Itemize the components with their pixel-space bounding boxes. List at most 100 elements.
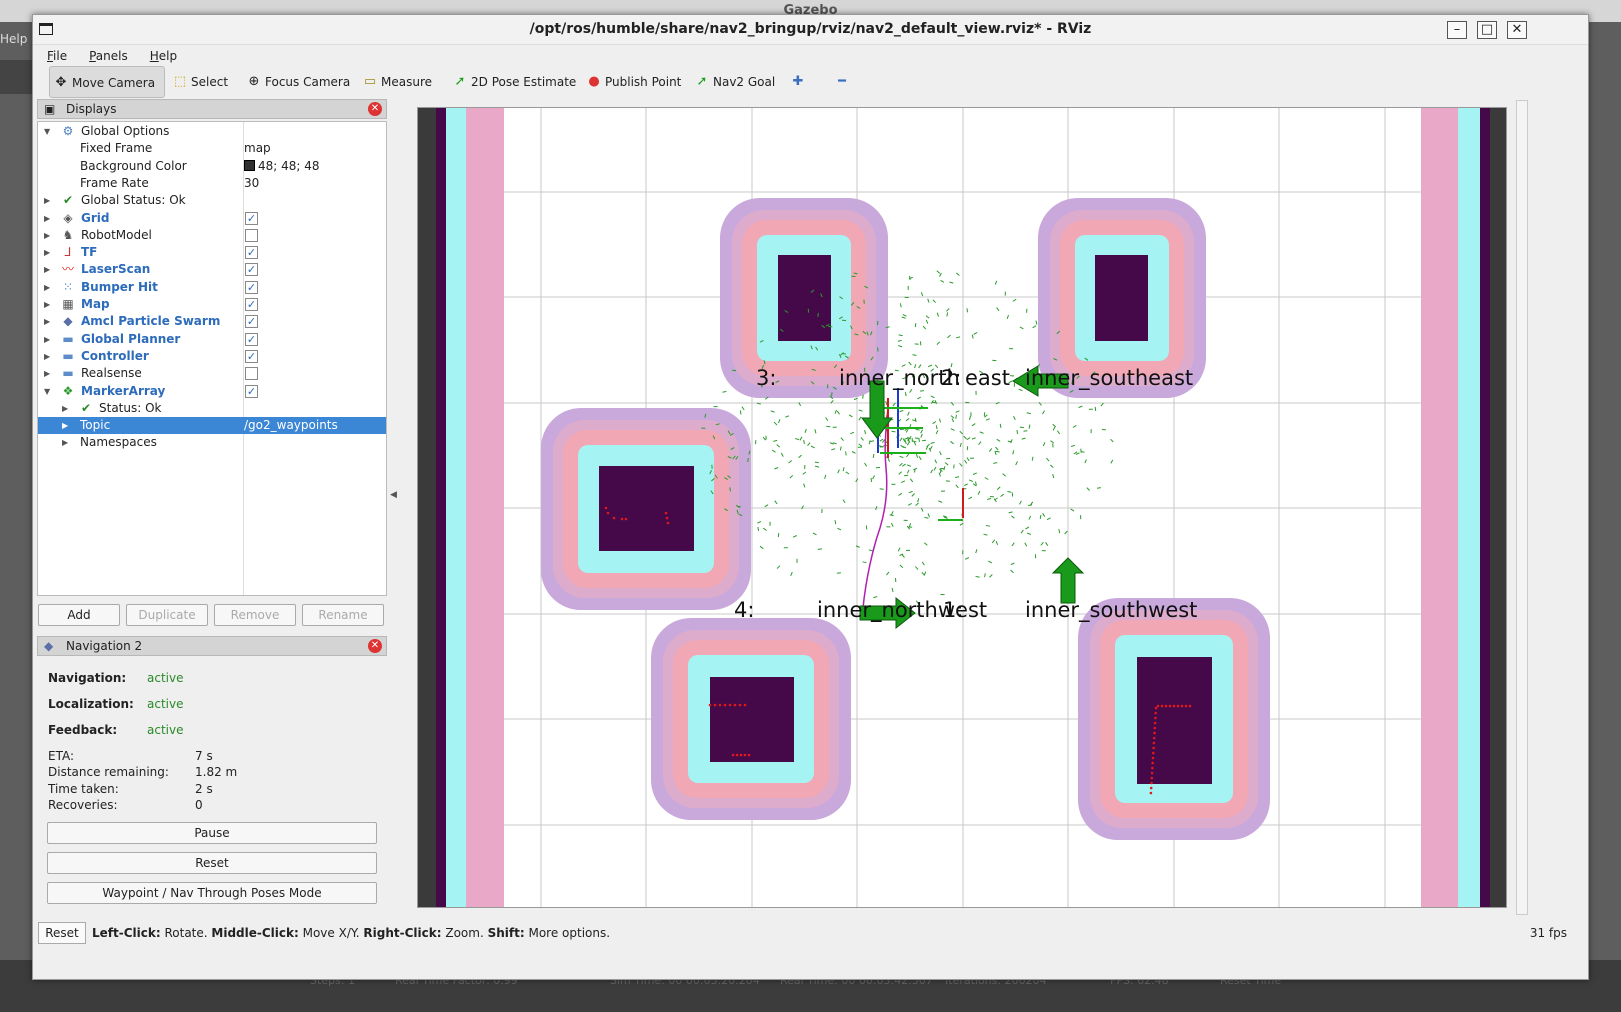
add-tool-button[interactable]: ✚ [787,66,813,98]
close-panel-icon[interactable]: ✕ [368,639,382,653]
tool-select[interactable]: ⬚ Select [169,66,241,98]
particle [879,438,884,442]
collapsed-arrow-icon[interactable]: ▶ [44,261,54,278]
collapsed-arrow-icon[interactable]: ▶ [44,279,54,296]
render-viewport[interactable]: 3: inner_north 2: east inner_southeast 4: inne… [417,107,1507,908]
tool-nav2-goal[interactable]: ➚ Nav2 Goal [691,66,781,98]
display-row-global-options[interactable]: ▼ ⚙ Global Options [38,123,386,140]
rename-display-button[interactable]: Rename [302,604,384,626]
collapsed-arrow-icon[interactable]: ▶ [62,434,72,451]
menu-file[interactable]: File [33,46,75,63]
reset-view-button[interactable]: Reset [38,922,86,944]
waypoint-mode-button[interactable]: Waypoint / Nav Through Poses Mode [47,882,377,904]
display-row-namespaces[interactable]: ▶ Namespaces [38,434,386,451]
close-window-button[interactable]: ✕ [1507,21,1527,39]
maximize-button[interactable]: □ [1477,21,1497,39]
particle [939,272,942,277]
display-row-grid[interactable]: ▶ ◈ Grid ✓ [38,210,386,227]
display-row-bumper-hit[interactable]: ▶ ⁙ Bumper Hit ✓ [38,279,386,296]
display-row-value[interactable]: 30 [244,175,259,192]
collapsed-arrow-icon[interactable]: ▶ [44,227,54,244]
display-row-global-status-ok[interactable]: ▶ ✔ Global Status: Ok [38,192,386,209]
collapsed-arrow-icon[interactable]: ▶ [44,296,54,313]
display-row-value[interactable]: map [244,140,271,157]
add-display-button[interactable]: Add [38,604,120,626]
display-row-amcl-particle-swarm[interactable]: ▶ ◆ Amcl Particle Swarm ✓ [38,313,386,330]
particle [1016,429,1018,434]
particle [1025,526,1030,530]
display-row-value[interactable]: 48; 48; 48 [244,158,320,175]
collapse-left-handle[interactable]: ◀ [390,490,397,500]
close-panel-icon[interactable]: ✕ [368,102,382,116]
remove-tool-button[interactable]: ━ [831,66,861,98]
collapsed-arrow-icon[interactable]: ▶ [44,348,54,365]
display-row-background-color[interactable]: Background Color 48; 48; 48 [38,158,386,175]
display-row-tf[interactable]: ▶ ⅃ TF ✓ [38,244,386,261]
display-enabled-checkbox[interactable]: ✓ [245,384,258,398]
collapsed-arrow-icon[interactable]: ▶ [44,210,54,227]
display-enabled-checkbox[interactable]: ✓ [245,298,258,311]
minimize-button[interactable]: – [1447,21,1467,39]
display-enabled-checkbox[interactable] [245,367,258,381]
duplicate-display-button[interactable]: Duplicate [126,604,208,626]
display-row-frame-rate[interactable]: Frame Rate 30 [38,175,386,192]
particle [899,462,903,467]
particle [950,415,955,419]
remove-display-button[interactable]: Remove [214,604,296,626]
particle [904,437,909,440]
collapsed-arrow-icon[interactable]: ▶ [44,365,54,382]
reset-nav-button[interactable]: Reset [47,852,377,874]
expanded-arrow-icon[interactable]: ▼ [44,383,54,400]
menu-help[interactable]: Help [136,46,185,63]
display-row-fixed-frame[interactable]: Fixed Frame map [38,140,386,157]
display-row-map[interactable]: ▶ ▦ Map ✓ [38,296,386,313]
collapsed-arrow-icon[interactable]: ▶ [44,331,54,348]
display-row-controller[interactable]: ▶ ▬ Controller ✓ [38,348,386,365]
viewport-scrollbar[interactable] [1516,100,1528,915]
collapsed-arrow-icon[interactable]: ▶ [62,400,72,417]
collapsed-arrow-icon[interactable]: ▶ [44,192,54,209]
particle [920,292,924,297]
particle [988,560,993,564]
collapsed-arrow-icon[interactable]: ▶ [44,244,54,261]
display-enabled-checkbox[interactable]: ✓ [245,263,258,277]
particle [1042,512,1046,517]
particle [1000,493,1005,497]
obstacle-southeast [1078,598,1270,840]
menu-panels[interactable]: Panels [75,46,136,63]
display-row-value-text: map [244,141,271,156]
display-enabled-checkbox[interactable]: ✓ [245,349,258,363]
laser-point [1153,721,1157,725]
tool-2d-pose-estimate[interactable]: ➚ 2D Pose Estimate [449,66,579,98]
display-enabled-checkbox[interactable]: ✓ [245,211,258,225]
gazebo-help-menu[interactable]: Help [0,32,27,46]
display-row-laserscan[interactable]: ▶ 〰 LaserScan ✓ [38,261,386,278]
display-row-value[interactable]: /go2_waypoints [244,417,338,434]
waypoint-east-suffix: east [965,366,1010,390]
collapsed-arrow-icon[interactable]: ▶ [62,417,72,434]
particle [984,477,989,480]
display-row-realsense[interactable]: ▶ ▬ Realsense [38,365,386,382]
particle [1012,298,1017,302]
window-titlebar[interactable]: /opt/ros/humble/share/nav2_bringup/rviz/… [33,15,1588,45]
tool-publish-point[interactable]: ● Publish Point [583,66,691,98]
tool-move-camera[interactable]: ✥ Move Camera [49,66,165,98]
display-enabled-checkbox[interactable] [245,228,258,242]
pause-button[interactable]: Pause [47,822,377,844]
display-row-markerarray[interactable]: ▼ ❖ MarkerArray ✓ [38,383,386,400]
display-row-robotmodel[interactable]: ▶ ♞ RobotModel [38,227,386,244]
particle [898,492,903,496]
display-row-global-planner[interactable]: ▶ ▬ Global Planner ✓ [38,331,386,348]
display-enabled-checkbox[interactable]: ✓ [245,315,258,329]
tool-focus-camera[interactable]: ⊕ Focus Camera [243,66,353,98]
display-enabled-checkbox[interactable]: ✓ [245,246,258,260]
tool-measure[interactable]: ▭ Measure [359,66,443,98]
collapsed-arrow-icon[interactable]: ▶ [44,313,54,330]
particle [890,511,894,516]
display-row-topic[interactable]: ▶ Topic/go2_waypoints [38,417,386,435]
particle [729,487,731,492]
display-enabled-checkbox[interactable]: ✓ [245,332,258,346]
display-enabled-checkbox[interactable]: ✓ [245,280,258,294]
expanded-arrow-icon[interactable]: ▼ [44,123,54,140]
display-row-status-ok[interactable]: ▶ ✔ Status: Ok [38,400,386,417]
